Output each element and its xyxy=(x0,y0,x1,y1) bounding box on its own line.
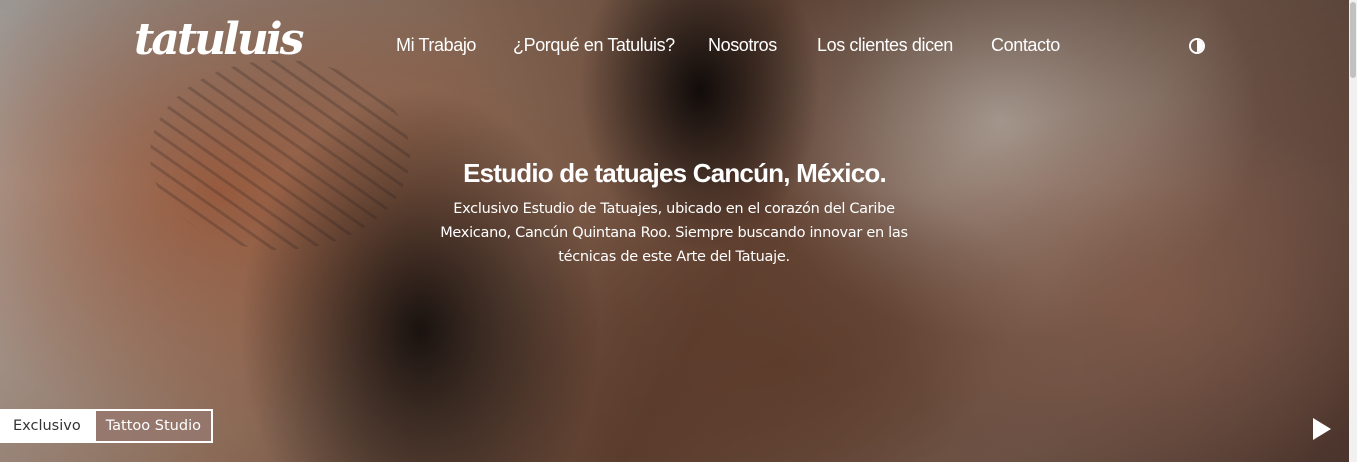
contrast-icon[interactable] xyxy=(1189,38,1205,54)
nav-item-nosotros[interactable]: Nosotros xyxy=(708,32,777,58)
badge-exclusivo: Exclusivo xyxy=(0,409,94,443)
nav-item-los-clientes-dicen[interactable]: Los clientes dicen xyxy=(817,32,953,58)
hero-title: Estudio de tatuajes Cancún, México. xyxy=(463,158,887,188)
badge-tattoo-studio: Tattoo Studio xyxy=(93,409,213,443)
contrast-icon-fill xyxy=(1197,40,1203,52)
hero-badge: Exclusivo Tattoo Studio xyxy=(0,409,213,443)
hero-section: tatuluis Mi Trabajo ¿Porqué en Tatuluis?… xyxy=(0,0,1349,462)
nav-item-mi-trabajo[interactable]: Mi Trabajo xyxy=(396,32,476,58)
site-logo[interactable]: tatuluis xyxy=(134,14,304,66)
scrollbar-thumb[interactable] xyxy=(1350,2,1356,78)
hero-description: Exclusivo Estudio de Tatuajes, ubicado e… xyxy=(440,201,908,265)
nav-item-porque-en-tatuluis[interactable]: ¿Porqué en Tatuluis? xyxy=(513,32,675,58)
play-icon[interactable] xyxy=(1313,418,1331,440)
nav-item-contacto[interactable]: Contacto xyxy=(991,32,1060,58)
